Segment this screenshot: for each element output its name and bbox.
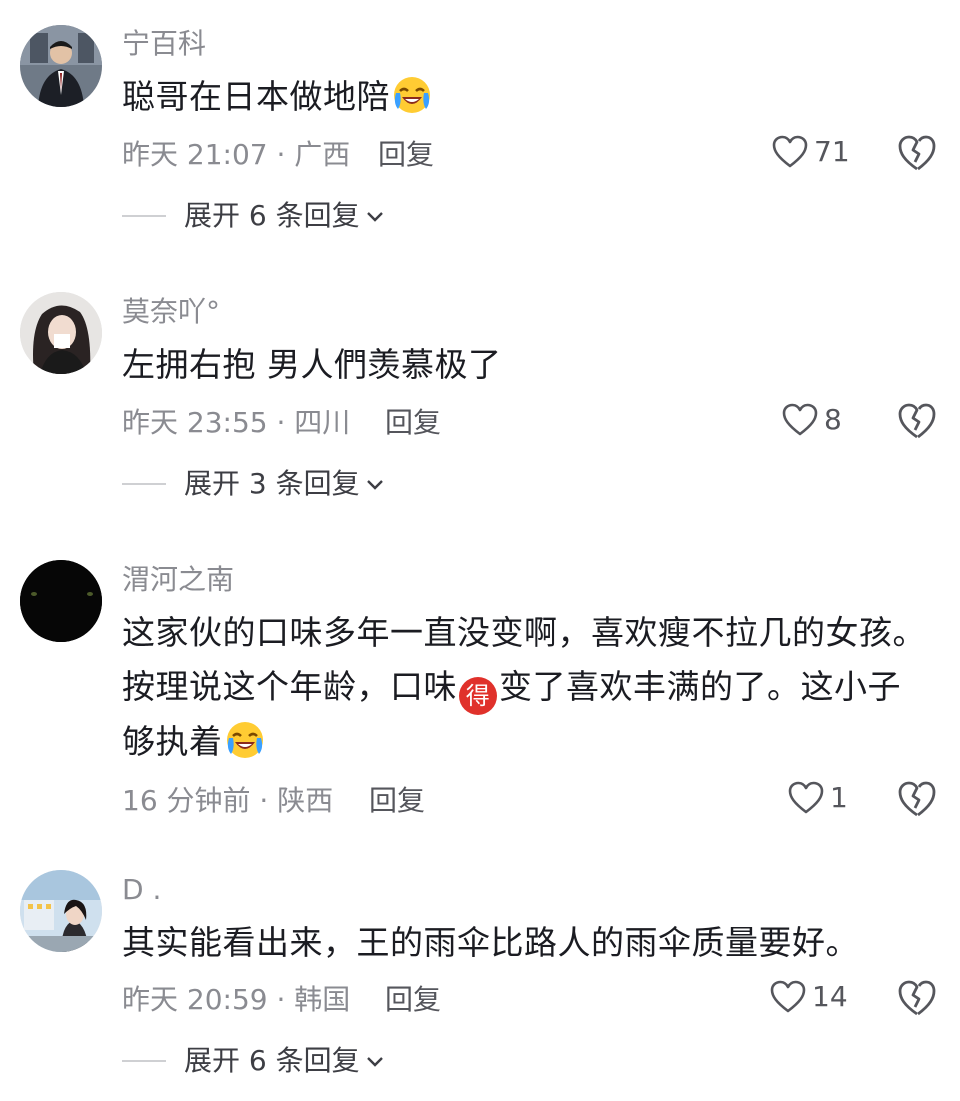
heart-icon: [782, 403, 818, 436]
divider-line: [122, 215, 166, 217]
reply-button[interactable]: 回复: [369, 785, 425, 817]
broken-heart-icon[interactable]: [897, 979, 937, 1019]
comment-text: 左拥右抱 男人們羡慕极了: [122, 345, 502, 384]
like-count: 14: [812, 980, 848, 1013]
username[interactable]: 宁百科: [122, 28, 206, 60]
comment-text: 其实能看出来，王的雨伞比路人的雨伞质量要好。: [122, 923, 859, 962]
avatar[interactable]: [20, 560, 102, 642]
comment-text: 聪哥在日本做地陪: [122, 70, 942, 124]
broken-heart-icon[interactable]: [897, 780, 937, 820]
like-button[interactable]: 14: [770, 980, 848, 1014]
heart-icon: [770, 980, 806, 1013]
username[interactable]: D .: [122, 874, 161, 906]
username[interactable]: 莫奈吖°: [122, 296, 220, 328]
expand-replies-button[interactable]: 展开 6 条回复: [122, 200, 386, 232]
comment-meta: 16 分钟前 · 陕西: [122, 784, 334, 817]
comment-text-part: 按理说这个年龄，口味: [122, 667, 457, 706]
like-count: 71: [814, 135, 850, 168]
reply-button[interactable]: 回复: [385, 984, 441, 1016]
heart-icon: [772, 135, 808, 168]
chevron-down-icon: [366, 1057, 383, 1067]
de-badge: 得: [459, 677, 497, 715]
expand-replies-label: 展开 6 条回复: [184, 1044, 360, 1077]
chevron-down-icon: [366, 480, 383, 490]
comment-text-part: 变了喜欢丰满的了。这小子: [499, 667, 901, 706]
avatar[interactable]: [20, 25, 102, 107]
comment-meta: 昨天 21:07 · 广西: [122, 138, 351, 171]
comment-meta: 昨天 23:55 · 四川: [122, 406, 351, 439]
avatar[interactable]: [20, 870, 102, 952]
laugh-cry-emoji: [394, 77, 430, 113]
divider-line: [122, 483, 166, 485]
comment-text-line: 这家伙的口味多年一直没变啊，喜欢瘦不拉几的女孩。: [122, 613, 926, 652]
username[interactable]: 渭河之南: [122, 564, 234, 596]
broken-heart-icon[interactable]: [897, 402, 937, 442]
heart-icon: [788, 781, 824, 814]
expand-replies-button[interactable]: 展开 6 条回复: [122, 1045, 386, 1077]
like-button[interactable]: 1: [788, 781, 848, 815]
chevron-down-icon: [366, 212, 383, 222]
comment-text-line: 够执着: [122, 715, 942, 769]
divider-line: [122, 1060, 166, 1062]
comment-text: 这家伙的口味多年一直没变啊，喜欢瘦不拉几的女孩。 按理说这个年龄，口味得变了喜欢…: [122, 606, 942, 769]
broken-heart-icon[interactable]: [897, 134, 937, 174]
comment-text-line: 按理说这个年龄，口味得变了喜欢丰满的了。这小子: [122, 660, 942, 715]
expand-replies-button[interactable]: 展开 3 条回复: [122, 468, 386, 500]
avatar[interactable]: [20, 292, 102, 374]
comment-text-part: 够执着: [122, 722, 223, 761]
laugh-cry-emoji: [226, 722, 263, 758]
comment-text-content: 聪哥在日本做地陪: [122, 77, 390, 116]
comment-meta: 昨天 20:59 · 韩国: [122, 983, 351, 1016]
like-count: 1: [830, 781, 848, 814]
like-count: 8: [824, 403, 842, 436]
like-button[interactable]: 71: [772, 135, 850, 169]
reply-button[interactable]: 回复: [385, 407, 441, 439]
like-button[interactable]: 8: [782, 403, 842, 437]
expand-replies-label: 展开 3 条回复: [184, 467, 360, 500]
expand-replies-label: 展开 6 条回复: [184, 199, 360, 232]
reply-button[interactable]: 回复: [378, 139, 434, 171]
